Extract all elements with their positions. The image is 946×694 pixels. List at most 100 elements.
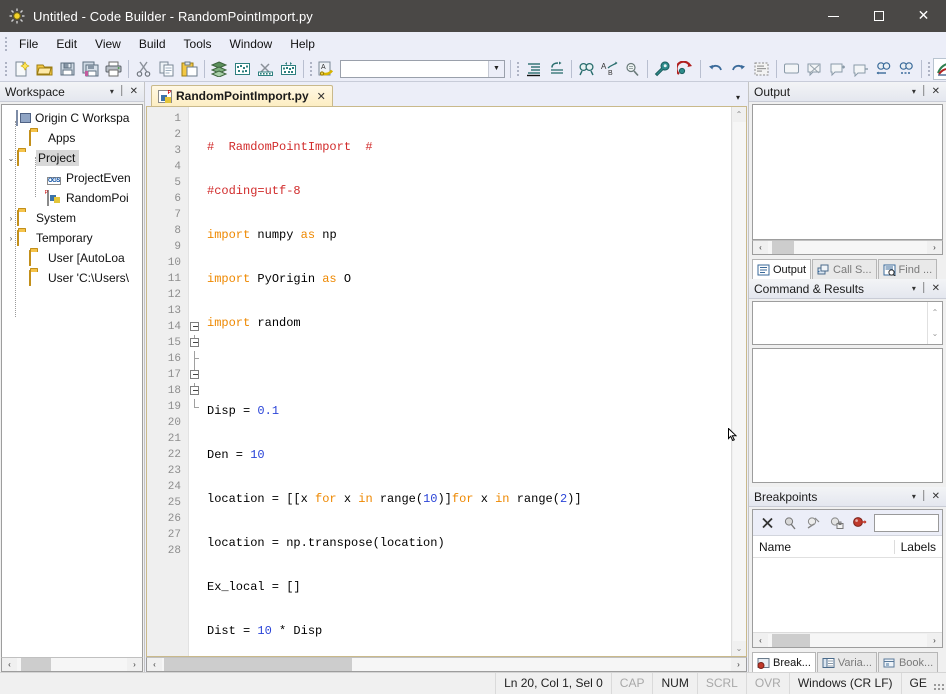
tree-item-projectevent[interactable]: OGS ProjectEven [2, 168, 142, 188]
breakpoints-list[interactable] [753, 558, 942, 632]
breakpoints-hscrollbar[interactable]: ‹ › [753, 632, 942, 647]
column-header-labels[interactable]: Labels [893, 539, 942, 554]
breakpoints-hscroll-track[interactable] [768, 633, 927, 647]
command-menu-icon[interactable]: ▾ [912, 284, 916, 293]
scroll-right-icon[interactable]: › [927, 634, 942, 647]
find-symbol-icon[interactable]: A [315, 58, 338, 80]
redo-icon[interactable] [727, 58, 750, 80]
command-close-icon[interactable]: ✕ [932, 283, 940, 294]
output-content[interactable] [752, 104, 943, 240]
menu-file[interactable]: File [10, 34, 47, 54]
breakpoint-condition-icon[interactable] [825, 513, 847, 533]
copy-icon[interactable] [155, 58, 178, 80]
bookmark-remove-icon[interactable] [849, 58, 872, 80]
tree-item-apps[interactable]: Apps [2, 128, 142, 148]
minimize-button[interactable] [811, 0, 856, 32]
editor-hscroll-track[interactable] [162, 658, 731, 671]
tab-variables[interactable]: Varia... [816, 652, 877, 672]
find-icon[interactable] [575, 58, 598, 80]
scroll-down-icon[interactable]: ⌄ [733, 641, 746, 656]
menu-view[interactable]: View [86, 34, 130, 54]
workspace-hscroll-track[interactable] [17, 658, 127, 671]
tree-item-origin-c-workspace[interactable]: Origin C Workspa [2, 108, 142, 128]
workspace-hscroll-thumb[interactable] [21, 658, 51, 671]
command-results-output[interactable] [752, 348, 943, 483]
fold-marker-17[interactable] [189, 367, 201, 383]
output-close-icon[interactable]: ✕ [932, 86, 940, 97]
scroll-left-icon[interactable]: ‹ [753, 634, 768, 647]
tree-item-user-autoload[interactable]: User [AutoLoa [2, 248, 142, 268]
toolbar-grip-1[interactable] [2, 61, 10, 77]
menu-tools[interactable]: Tools [175, 34, 221, 54]
symbol-combo[interactable]: ▼ [340, 59, 505, 78]
editor-hscroll-thumb[interactable] [164, 658, 352, 671]
outdent-icon[interactable] [545, 58, 568, 80]
bookmark-add-icon[interactable] [826, 58, 849, 80]
new-file-icon[interactable] [10, 58, 33, 80]
output-pin-icon[interactable]: ⏐ [921, 86, 927, 97]
scroll-right-icon[interactable]: › [127, 658, 142, 671]
spinner-down-icon[interactable]: ⌄ [928, 323, 942, 344]
close-button[interactable]: ✕ [901, 0, 946, 32]
tree-item-randompointimport[interactable]: P RandomPoi [2, 188, 142, 208]
tree-twist[interactable]: ⌄ [5, 154, 17, 163]
select-all-icon[interactable] [750, 58, 773, 80]
fold-marker-14[interactable] [189, 319, 201, 335]
command-input[interactable] [753, 302, 927, 344]
breakpoints-hscroll-thumb[interactable] [772, 633, 810, 647]
open-file-icon[interactable] [33, 58, 56, 80]
scroll-right-icon[interactable]: › [731, 658, 746, 671]
editor-vscroll-track[interactable] [732, 122, 746, 641]
tab-call-stack[interactable]: Call S... [812, 259, 877, 279]
breakpoints-close-icon[interactable]: ✕ [932, 491, 940, 502]
save-icon[interactable] [56, 58, 79, 80]
tabstrip-chevron-down-icon[interactable]: ▾ [728, 93, 748, 106]
code-text[interactable]: # RamdomPointImport # #coding=utf-8 impo… [201, 107, 731, 656]
tree-twist[interactable]: › [5, 214, 17, 223]
find-in-files-icon[interactable] [621, 58, 644, 80]
column-header-name[interactable]: Name [753, 540, 797, 554]
replace-icon[interactable]: AB [598, 58, 621, 80]
tree-item-system[interactable]: › System [2, 208, 142, 228]
bookmark-prev-icon[interactable] [872, 58, 895, 80]
undo-icon[interactable] [704, 58, 727, 80]
fold-marker-18[interactable] [189, 383, 201, 399]
disable-all-breakpoints-icon[interactable] [802, 513, 824, 533]
disable-breakpoint-icon[interactable] [779, 513, 801, 533]
tree-twist[interactable]: › [5, 234, 17, 243]
compile-icon[interactable] [208, 58, 231, 80]
scroll-left-icon[interactable]: ‹ [753, 241, 768, 254]
menubar-grip[interactable] [2, 36, 10, 52]
breakpoints-menu-icon[interactable]: ▾ [912, 492, 916, 501]
scroll-up-icon[interactable]: ⌃ [733, 107, 746, 122]
scroll-left-icon[interactable]: ‹ [2, 658, 17, 671]
tab-breakpoints[interactable]: Break... [752, 652, 816, 672]
editor-hscrollbar[interactable]: ‹ › [146, 657, 747, 672]
menu-build[interactable]: Build [130, 34, 175, 54]
indent-icon[interactable] [522, 58, 545, 80]
breakpoints-pin-icon[interactable]: ⏐ [921, 491, 927, 502]
editor-vscrollbar[interactable]: ⌃ ⌄ [731, 107, 746, 656]
workspace-hscrollbar[interactable]: ‹ › [1, 657, 143, 672]
uncomment-icon[interactable] [803, 58, 826, 80]
tab-bookmarks[interactable]: Book... [877, 652, 939, 672]
tab-close-icon[interactable]: ✕ [317, 90, 326, 103]
code-editor[interactable]: 1 2 3 4 5 6 7 8 9 10 11 12 13 14 15 16 1… [147, 107, 746, 656]
goto-breakpoint-icon[interactable] [848, 513, 870, 533]
tree-item-project[interactable]: ⌄ Project [2, 148, 142, 168]
resize-grip[interactable] [931, 676, 944, 690]
menu-window[interactable]: Window [221, 34, 282, 54]
menu-help[interactable]: Help [281, 34, 324, 54]
tab-randompointimport-py[interactable]: P RandomPointImport.py ✕ [151, 85, 333, 106]
save-all-icon[interactable] [79, 58, 102, 80]
tab-output[interactable]: Output [752, 259, 812, 279]
output-hscroll-thumb[interactable] [772, 241, 794, 254]
command-input-area[interactable]: ⌃ ⌄ [752, 301, 943, 345]
command-pin-icon[interactable]: ⏐ [921, 283, 927, 294]
command-spinner[interactable]: ⌃ ⌄ [927, 302, 942, 344]
output-menu-icon[interactable]: ▾ [912, 87, 916, 96]
scroll-left-icon[interactable]: ‹ [147, 658, 162, 671]
workspace-close-icon[interactable]: ✕ [130, 86, 138, 97]
delete-breakpoint-icon[interactable] [756, 513, 778, 533]
toolbar-grip-2[interactable] [307, 61, 315, 77]
